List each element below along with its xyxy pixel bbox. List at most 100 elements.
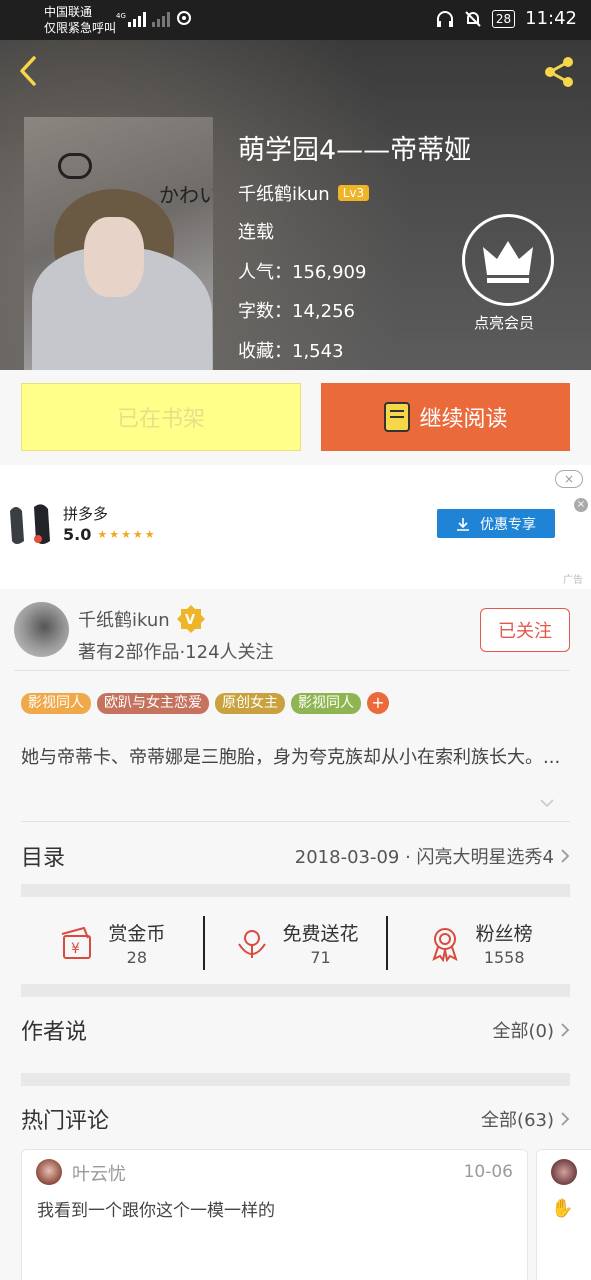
reward-flowers[interactable]: 免费送花 71 [205, 905, 387, 981]
book-description[interactable]: 她与帝蒂卡、帝蒂娜是三胞胎，身为夸克族却从小在索利族长大。... [21, 744, 561, 771]
vip-label[interactable]: 点亮会员 [474, 312, 534, 333]
carrier-name: 中国联通 [44, 5, 93, 19]
book-title: 萌学园4——帝蒂娅 [238, 135, 472, 166]
comment-text[interactable]: 我看到一个跟你这个一模一样的 [37, 1196, 275, 1221]
sync-icon [176, 10, 192, 29]
hot-comments-all-text[interactable]: 全部(63) [481, 1106, 554, 1132]
tag-item[interactable]: 影视同人 [21, 692, 91, 714]
ad-cta-button[interactable]: 优惠专享 [437, 509, 555, 538]
book-cover[interactable]: かわい [24, 117, 213, 370]
author-says-all[interactable]: 全部(0) [493, 1017, 571, 1043]
favorites-label: 收藏： [238, 341, 292, 362]
commenter-avatar[interactable] [36, 1159, 62, 1185]
popularity: 人气：156,909 [238, 258, 366, 284]
popularity-value: 156,909 [292, 262, 367, 283]
ad-dismiss-icon[interactable]: × [574, 498, 588, 512]
book-author[interactable]: 千纸鹤ikun Lv3 [238, 180, 370, 206]
download-icon [457, 517, 469, 531]
flower-icon [237, 930, 266, 958]
status-right: 28 11:42 [436, 8, 577, 29]
ad-rating: 5.0 ★★★★★ [63, 525, 157, 544]
reward-fans[interactable]: 粉丝榜 1558 [388, 905, 570, 981]
reward-label: 粉丝榜 [475, 923, 533, 945]
catalog-latest[interactable]: 2018-03-09 · 闪亮大明星选秀4 [295, 843, 570, 869]
commenter-name[interactable]: 叶云忧 [72, 1160, 126, 1186]
rewards-row: ¥ 赏金币 28 免费送花 71 粉丝榜 1558 [21, 905, 570, 981]
book-header: かわい 萌学园4——帝蒂娅 千纸鹤ikun Lv3 连载 人气：156,909 … [0, 40, 591, 370]
popularity-label: 人气： [238, 262, 292, 283]
reward-count: 1558 [483, 948, 525, 967]
verified-badge-icon: V [176, 605, 205, 633]
section-divider [21, 884, 570, 897]
ad-product-image [10, 504, 50, 544]
battery-indicator: 28 [491, 9, 516, 28]
share-icon[interactable] [541, 54, 577, 90]
cover-text: かわい [159, 183, 213, 207]
author-name[interactable]: 千纸鹤ikun [238, 180, 330, 206]
svg-text:4G: 4G [116, 12, 126, 20]
ad-close-button[interactable]: × [555, 470, 583, 488]
section-divider [21, 1073, 570, 1086]
add-tag-button[interactable]: + [367, 692, 389, 714]
tag-list: 影视同人 欧趴与女主恋爱 原创女主 影视同人 + [21, 692, 389, 714]
cloud-doodle [58, 153, 92, 179]
comment-card[interactable]: 叶云忧 10-06 我看到一个跟你这个一模一样的 [21, 1149, 528, 1280]
carrier-info: 中国联通 仅限紧急呼叫 [44, 4, 116, 36]
level-badge: Lv3 [337, 185, 370, 201]
crown-icon [483, 241, 533, 283]
ad-label: 广告 [563, 575, 583, 586]
catalog-row[interactable]: 目录 2018-03-09 · 闪亮大明星选秀4 [21, 836, 570, 876]
divider [21, 821, 570, 822]
author-says-label: 作者说 [21, 1020, 88, 1045]
author-avatar[interactable] [14, 602, 69, 657]
ad-app-name: 拼多多 [63, 505, 109, 523]
ad-banner[interactable]: × × 拼多多 5.0 ★★★★★ 优惠专享 广告 [0, 465, 591, 589]
comment-card[interactable]: ✋ [536, 1149, 591, 1280]
medal-icon [431, 928, 458, 962]
headphone-icon [436, 10, 453, 27]
favorites-value: 1,543 [292, 341, 344, 362]
tag-item[interactable]: 欧趴与女主恋爱 [97, 692, 209, 714]
comment-date: 10-06 [463, 1162, 513, 1182]
reward-count: 28 [126, 948, 148, 967]
tag-item[interactable]: 原创女主 [215, 692, 285, 714]
follow-button[interactable]: 已关注 [480, 608, 570, 652]
author-says-all-text[interactable]: 全部(0) [493, 1017, 555, 1043]
continue-reading-label[interactable]: 继续阅读 [419, 401, 507, 433]
author-stats: 著有2部作品·124人关注 [78, 642, 274, 663]
author-says-row[interactable]: 作者说 全部(0) [21, 1010, 570, 1050]
ad-rating-value: 5.0 [63, 525, 92, 544]
continue-reading-button[interactable]: 继续阅读 [321, 383, 570, 451]
reward-label: 免费送花 [282, 923, 359, 945]
chevron-right-icon [561, 849, 570, 863]
status-bar: 中国联通 仅限紧急呼叫 4G 28 11:42 [0, 0, 591, 40]
divider [14, 670, 570, 671]
author-name-row[interactable]: 千纸鹤ikun V [78, 604, 206, 634]
commenter-avatar[interactable] [551, 1159, 577, 1185]
word-count-value: 14,256 [292, 301, 355, 322]
hot-comments-row[interactable]: 热门评论 全部(63) [21, 1099, 570, 1139]
hot-comments-all[interactable]: 全部(63) [481, 1106, 570, 1132]
back-arrow-icon[interactable] [14, 54, 44, 88]
favorites: 收藏：1,543 [238, 337, 344, 363]
svg-text:¥: ¥ [71, 941, 80, 957]
cover-hand [84, 217, 144, 297]
word-count-label: 字数： [238, 301, 292, 322]
reward-coins[interactable]: ¥ 赏金币 28 [21, 905, 203, 981]
tag-item[interactable]: 影视同人 [291, 692, 361, 714]
chevron-right-icon [561, 1023, 570, 1037]
catalog-latest-text[interactable]: 2018-03-09 · 闪亮大明星选秀4 [295, 843, 554, 869]
vip-button[interactable] [462, 214, 554, 306]
in-shelf-button[interactable]: 已在书架 [21, 383, 301, 451]
reward-label: 赏金币 [108, 923, 166, 945]
clock: 11:42 [525, 8, 577, 29]
svg-text:V: V [185, 613, 195, 628]
mute-bell-icon [465, 10, 481, 27]
book-icon [384, 402, 411, 432]
coin-icon: ¥ [62, 926, 92, 959]
author-card-name[interactable]: 千纸鹤ikun [78, 606, 170, 632]
chevron-down-icon[interactable] [540, 798, 554, 808]
ad-cta-label[interactable]: 优惠专享 [480, 514, 536, 534]
catalog-label: 目录 [21, 846, 66, 871]
book-status: 连载 [238, 222, 274, 243]
